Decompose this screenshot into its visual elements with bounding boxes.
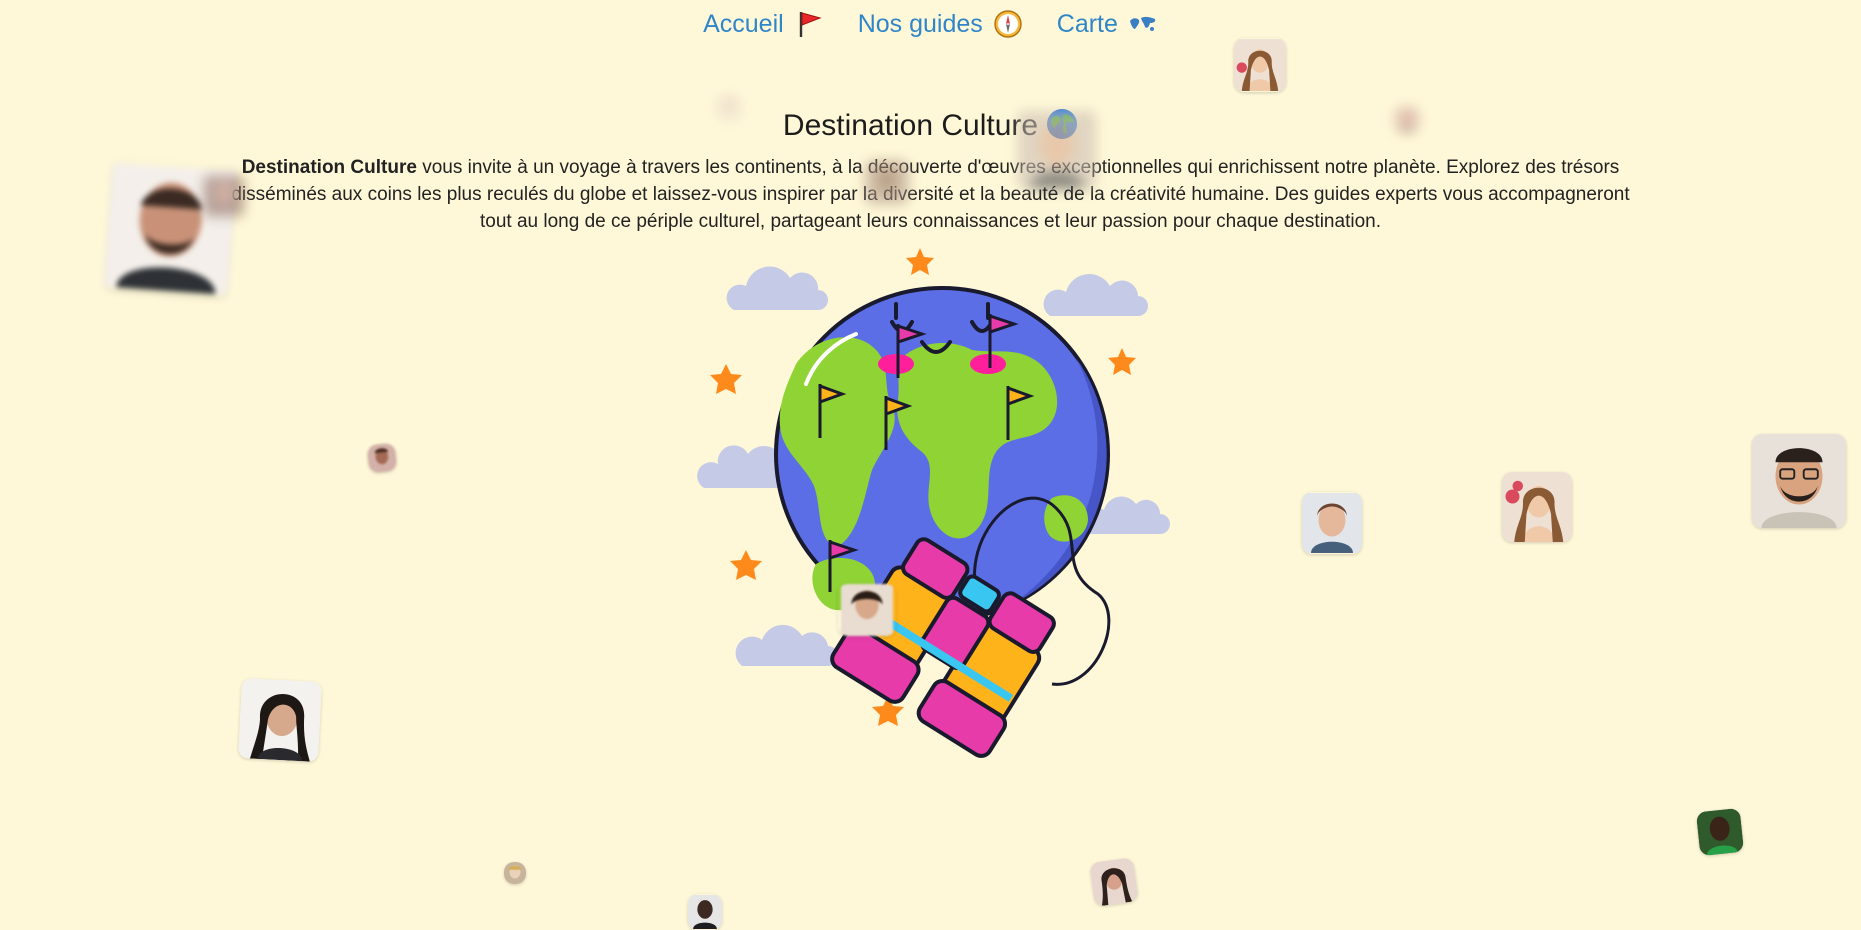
globe-with-binoculars-illustration	[697, 248, 1170, 758]
guide-avatar[interactable]	[204, 172, 244, 220]
guide-avatar-icon	[716, 94, 742, 120]
guide-avatar-icon	[1302, 493, 1362, 553]
guide-avatar[interactable]	[864, 160, 910, 204]
guide-avatar-icon	[1234, 39, 1286, 91]
intro-paragraph: Destination Culture vous invite à un voy…	[230, 154, 1631, 235]
guide-avatar-icon	[1394, 106, 1420, 132]
guide-avatar-icon	[1752, 434, 1846, 528]
guide-avatar-icon	[1695, 807, 1745, 857]
guide-avatar-icon	[1089, 857, 1139, 907]
nav-link-label: Carte	[1056, 10, 1118, 38]
guide-avatar[interactable]	[1018, 108, 1096, 192]
nav-link-label: Nos guides	[857, 10, 983, 38]
guide-avatar-icon	[1018, 111, 1096, 189]
guide-avatar[interactable]	[1394, 106, 1420, 132]
guide-avatar-icon	[237, 677, 323, 763]
guide-avatar[interactable]	[688, 894, 722, 930]
guide-avatar[interactable]	[504, 862, 526, 884]
compass-icon	[994, 10, 1022, 38]
nav-link-label: Accueil	[703, 10, 784, 38]
guide-avatar-icon	[841, 584, 893, 636]
page-title: Destination Culture	[0, 106, 1861, 146]
red-flag-icon	[799, 12, 822, 37]
guide-avatar-icon	[504, 862, 526, 884]
guide-avatar[interactable]	[1502, 472, 1572, 542]
guide-avatar-icon	[204, 176, 244, 216]
guide-avatar[interactable]	[1752, 434, 1846, 528]
nav-link-nos-guides[interactable]: Nos guides	[858, 6, 1023, 42]
guide-avatar-icon	[366, 442, 398, 474]
guide-avatar[interactable]	[838, 584, 896, 636]
main-nav: Accueil Nos guides Carte	[0, 6, 1861, 42]
guide-avatar-icon	[688, 895, 722, 929]
guide-avatar[interactable]	[237, 677, 323, 763]
nav-link-carte[interactable]: Carte	[1057, 6, 1158, 42]
intro-brand: Destination Culture	[241, 157, 417, 178]
page-title-text: Destination Culture	[782, 109, 1039, 142]
guide-avatar-icon	[1502, 472, 1572, 542]
world-map-icon	[1129, 16, 1156, 31]
guide-avatar-icon	[865, 160, 909, 204]
guide-avatar[interactable]	[1089, 857, 1139, 907]
guide-avatar[interactable]	[1234, 38, 1286, 92]
intro-text: vous invite à un voyage à travers les co…	[231, 157, 1630, 232]
guide-avatar[interactable]	[1302, 492, 1362, 554]
nav-link-accueil[interactable]: Accueil	[703, 6, 824, 42]
guide-avatar[interactable]	[716, 94, 742, 120]
guide-avatar[interactable]	[1695, 807, 1745, 857]
guide-avatar[interactable]	[366, 442, 398, 474]
